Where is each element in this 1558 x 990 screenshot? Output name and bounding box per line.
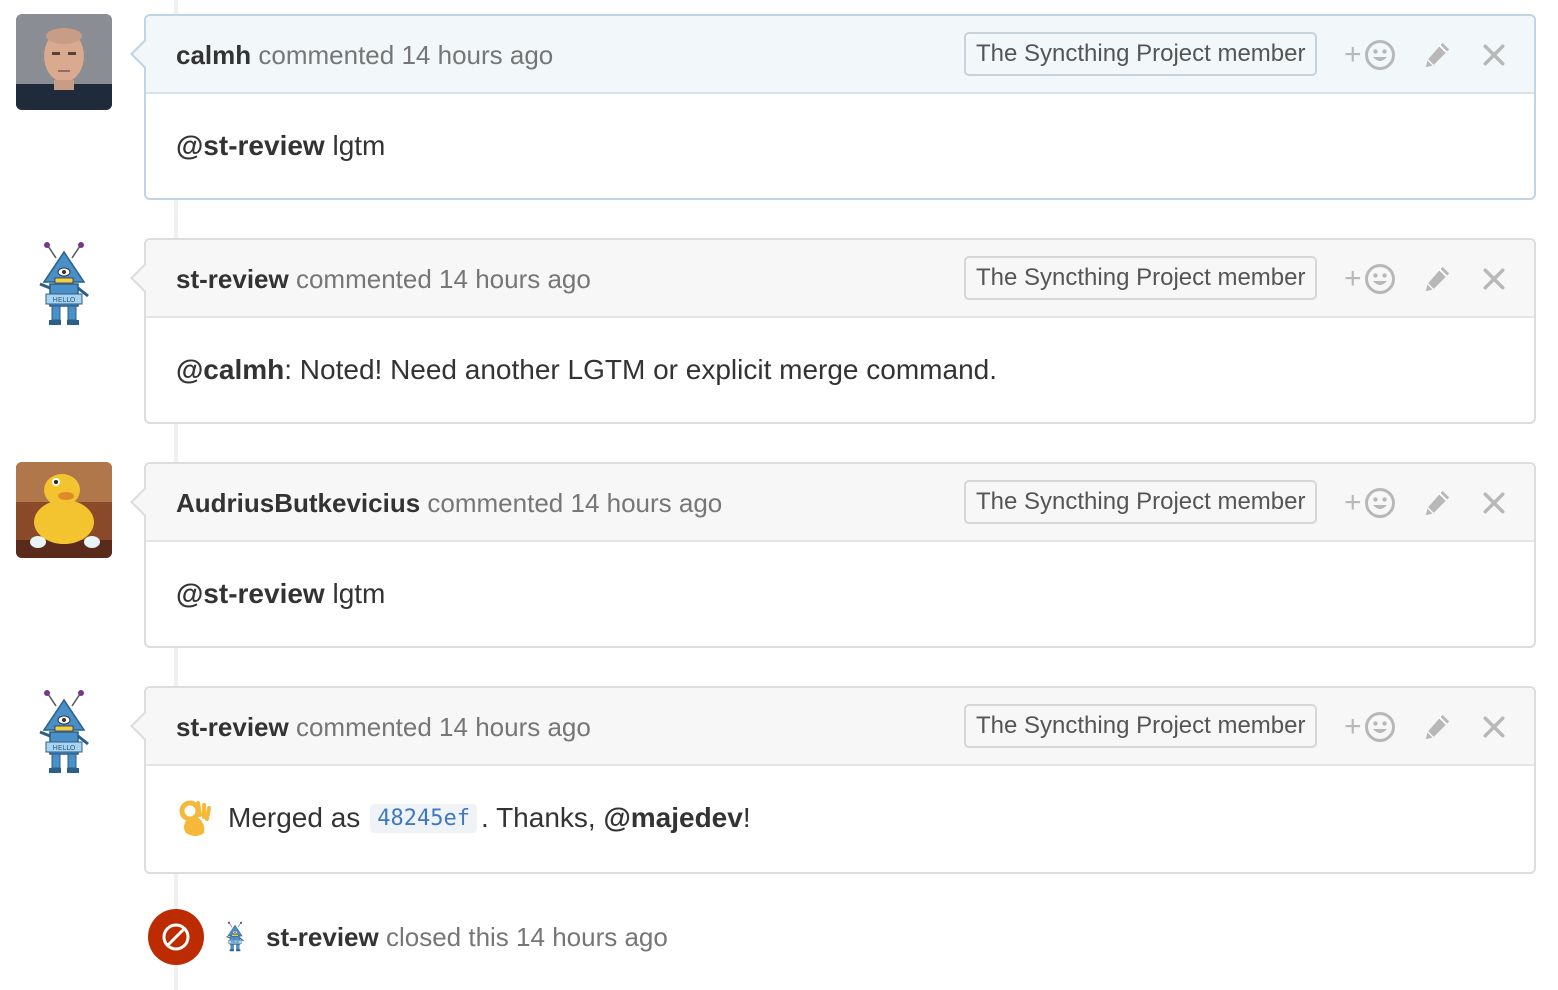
edit-button[interactable] [1422, 710, 1452, 744]
ok-hand-emoji [179, 800, 211, 836]
comment-text: lgtm [324, 130, 386, 161]
close-icon [1480, 265, 1508, 293]
member-badge: The Syncthing Project member [964, 256, 1318, 300]
closed-event: st-review closed this 14 hours ago [148, 908, 668, 966]
comment-box: calmh commented 14 hours ago The Syncthi… [130, 14, 1536, 200]
member-badge: The Syncthing Project member [964, 480, 1318, 524]
robot-avatar [38, 240, 90, 327]
pencil-icon [1422, 40, 1452, 70]
circle-slash-icon [162, 923, 190, 951]
smiley-icon [1364, 263, 1396, 295]
member-badge: The Syncthing Project member [964, 704, 1318, 748]
edit-button[interactable] [1422, 486, 1452, 520]
close-icon [1480, 41, 1508, 69]
delete-button[interactable] [1480, 486, 1508, 520]
author-link[interactable]: st-review [176, 264, 289, 294]
commit-sha-link[interactable]: 48245ef [370, 803, 478, 833]
user-mention[interactable]: @majedev [603, 802, 742, 834]
comment-meta: st-review commented 14 hours ago [176, 262, 591, 296]
close-icon [1480, 489, 1508, 517]
author-link[interactable]: AudriusButkevicius [176, 488, 420, 518]
comment-header: calmh commented 14 hours ago The Syncthi… [146, 16, 1534, 94]
smiley-icon [1364, 711, 1396, 743]
comment-action: commented [427, 488, 564, 518]
event-timestamp[interactable]: 14 hours ago [516, 922, 668, 952]
comment-header: AudriusButkevicius commented 14 hours ag… [146, 464, 1534, 542]
yellow-puppet-avatar [16, 462, 112, 558]
exclamation: ! [742, 802, 751, 833]
closed-badge [148, 909, 204, 965]
comment-box: AudriusButkevicius commented 14 hours ag… [130, 462, 1536, 648]
comment-header: st-review commented 14 hours ago The Syn… [146, 240, 1534, 318]
smiley-icon [1364, 39, 1396, 71]
edit-button[interactable] [1422, 262, 1452, 296]
comment-meta: AudriusButkevicius commented 14 hours ag… [176, 486, 722, 520]
smiley-icon [1364, 487, 1396, 519]
event-action: closed this [385, 921, 509, 952]
add-reaction-button[interactable]: + [1344, 710, 1396, 744]
merged-prefix: Merged as [228, 802, 361, 833]
add-reaction-button[interactable]: + [1344, 486, 1396, 520]
user-mention[interactable]: @st-review [176, 130, 325, 162]
delete-button[interactable] [1480, 262, 1508, 296]
author-link[interactable]: st-review [266, 922, 379, 952]
author-link[interactable]: st-review [176, 712, 289, 742]
comment-body: @calmh : Noted! Need another LGTM or exp… [146, 318, 1534, 422]
comment-box: st-review commented 14 hours ago The Syn… [130, 238, 1536, 424]
comment-action: commented [258, 40, 395, 70]
delete-button[interactable] [1480, 710, 1508, 744]
comment-meta: calmh commented 14 hours ago [176, 38, 553, 72]
pencil-icon [1422, 264, 1452, 294]
pencil-icon [1422, 712, 1452, 742]
comment-timestamp[interactable]: 14 hours ago [401, 40, 553, 70]
comment-box: st-review commented 14 hours ago The Syn… [130, 686, 1536, 874]
user-mention[interactable]: @st-review [176, 578, 325, 610]
add-reaction-button[interactable]: + [1344, 262, 1396, 296]
comment-text: lgtm [324, 578, 386, 609]
member-badge: The Syncthing Project member [964, 32, 1318, 76]
comment-timestamp[interactable]: 14 hours ago [439, 712, 591, 742]
comment-body: Merged as 48245ef . Thanks, @majedev ! [146, 766, 1534, 870]
avatar[interactable] [16, 14, 112, 110]
comment-action: commented [295, 712, 432, 742]
calmh-photo-avatar [16, 14, 112, 110]
close-icon [1480, 713, 1508, 741]
author-link[interactable]: calmh [176, 40, 251, 70]
avatar[interactable] [16, 686, 112, 782]
comment-header: st-review commented 14 hours ago The Syn… [146, 688, 1534, 766]
comment-meta: st-review commented 14 hours ago [176, 710, 591, 744]
edit-button[interactable] [1422, 38, 1452, 72]
add-reaction-button[interactable]: + [1344, 38, 1396, 72]
robot-avatar [38, 688, 90, 775]
comment-timestamp[interactable]: 14 hours ago [570, 488, 722, 518]
robot-avatar[interactable] [222, 921, 248, 953]
comment-action: commented [295, 264, 432, 294]
comment-timestamp[interactable]: 14 hours ago [439, 264, 591, 294]
thanks-text: . Thanks, [481, 802, 604, 833]
avatar[interactable] [16, 238, 112, 334]
comment-text: : Noted! Need another LGTM or explicit m… [284, 354, 997, 385]
pencil-icon [1422, 488, 1452, 518]
event-text: st-review closed this 14 hours ago [266, 922, 668, 953]
delete-button[interactable] [1480, 38, 1508, 72]
comment-body: @st-review lgtm [146, 94, 1534, 198]
avatar[interactable] [16, 462, 112, 558]
user-mention[interactable]: @calmh [176, 354, 284, 386]
comment-body: @st-review lgtm [146, 542, 1534, 646]
